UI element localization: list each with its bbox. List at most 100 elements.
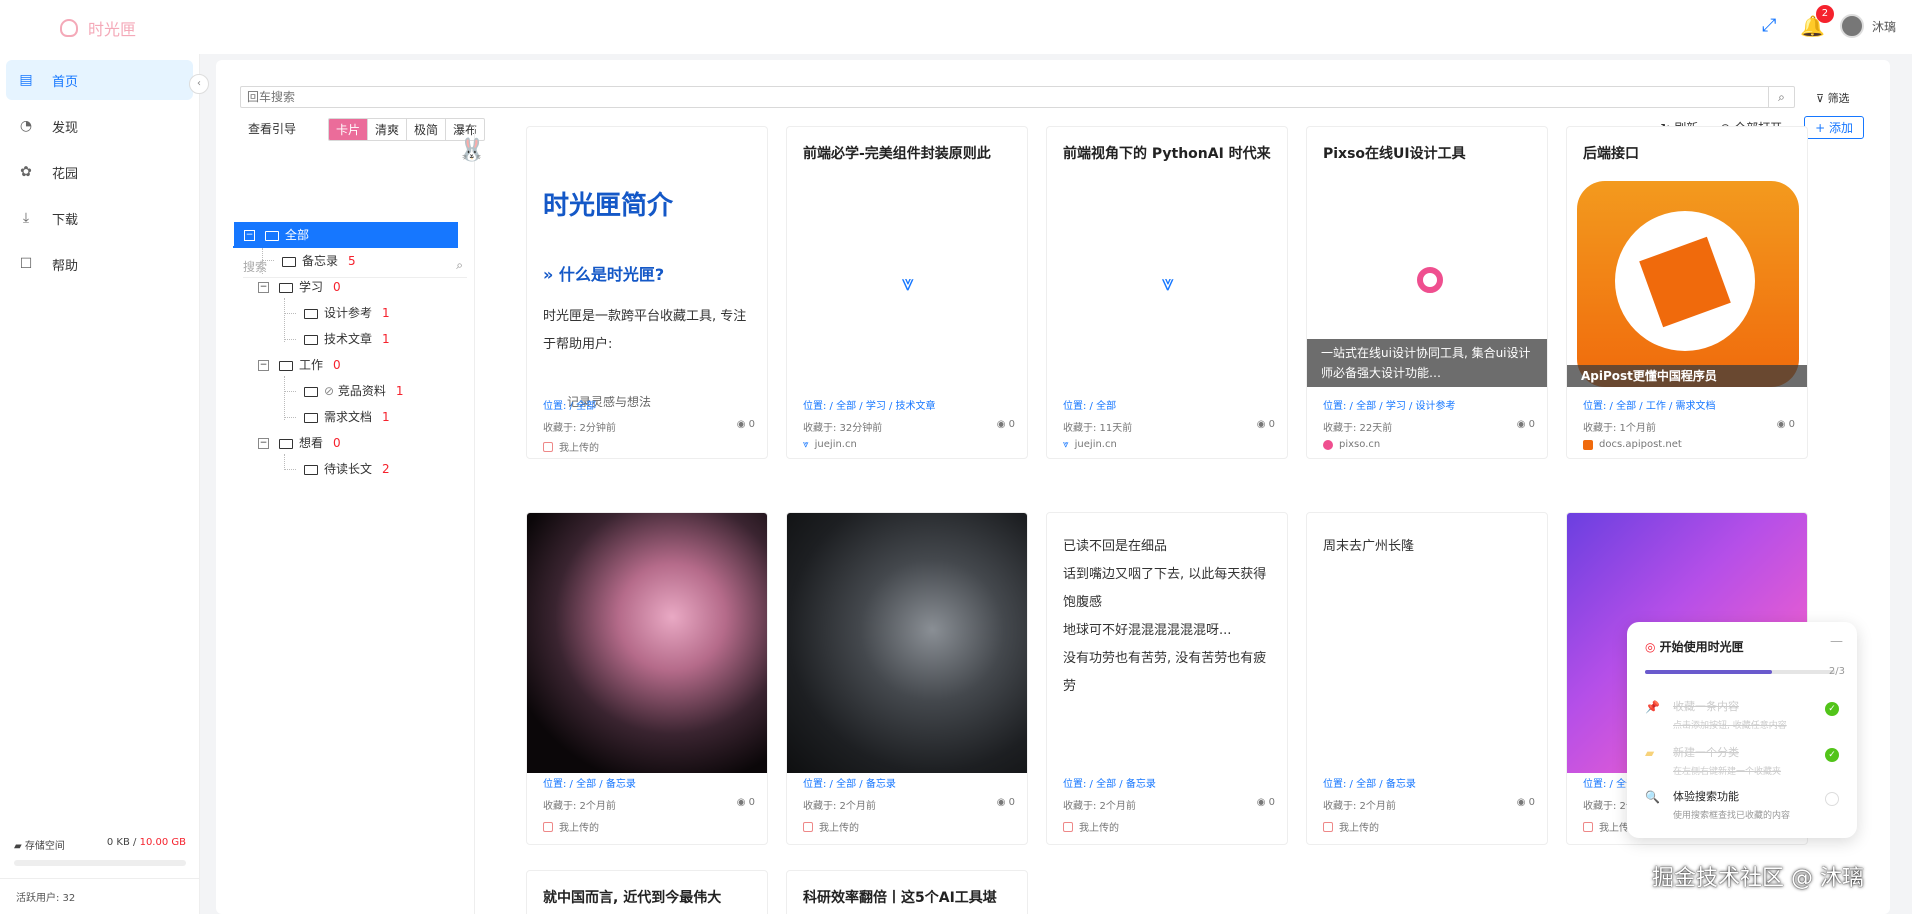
discover-icon: ◔ <box>19 118 33 134</box>
card[interactable]: 科研效率翻倍丨这5个AI工具堪 <box>786 870 1028 914</box>
card[interactable]: 前端必学-完美组件封装原则此 ⩔ 位置: / 全部 / 学习 / 技术文章 收藏… <box>786 126 1028 459</box>
search-icon: 🔍 <box>1645 790 1660 804</box>
card-path[interactable]: 位置: / 全部 <box>1063 397 1275 412</box>
check-icon: ✓ <box>1825 702 1839 716</box>
search-icon[interactable]: ⌕ <box>1768 87 1794 107</box>
card[interactable]: 位置: / 全部 / 备忘录 收藏于: 2个月前◉ 0 我上传的 <box>786 512 1028 845</box>
juejin-icon: ⩔ <box>1063 439 1069 450</box>
card[interactable]: 后端接口 ApiPost更懂中国程序员 位置: / 全部 / 工作 / 需求文档… <box>1566 126 1808 459</box>
card-path[interactable]: 位置: / 全部 <box>543 397 755 412</box>
onboarding-step[interactable]: ▰ 新建一个分类 在左侧右键新建一个收藏夹 ✓ <box>1645 744 1845 777</box>
sidebar-item-download[interactable]: ⤓ 下载 <box>6 198 193 238</box>
note-text: 已读不回是在细品 话到嘴边又咽了下去, 以此每天获得饱腹感 地球可不好混混混混混… <box>1063 539 1267 694</box>
sidebar: ▤ 首页 ◔ 发现 ✿ 花园 ⤓ 下载 ☐ 帮助 ‹ ▰ 存储空间 0 KB /… <box>0 54 209 914</box>
collapse-toggle-icon[interactable]: − <box>244 230 255 241</box>
search-bar: ⌕ <box>240 86 1795 108</box>
views-count: ◉ 0 <box>996 797 1015 808</box>
app-logo[interactable]: 时光匣 <box>60 16 136 40</box>
storage-label: ▰ 存储空间 <box>14 841 65 852</box>
storage-usage: 0 KB / 10.00 GB <box>106 837 186 848</box>
juejin-icon: ⩔ <box>901 271 915 296</box>
collapse-toggle-icon[interactable]: − <box>258 438 269 449</box>
card-path[interactable]: 位置: / 全部 / 备忘录 <box>1063 775 1275 790</box>
collapse-toggle-icon[interactable]: − <box>258 282 269 293</box>
tree-node[interactable]: − 学习 0 <box>258 274 341 300</box>
pixso-logo <box>1417 267 1443 293</box>
card-path[interactable]: 位置: / 全部 / 备忘录 <box>803 775 1015 790</box>
card-title: Pixso在线UI设计工具 <box>1323 146 1466 162</box>
card-path[interactable]: 位置: / 全部 / 备忘录 <box>543 775 755 790</box>
fullscreen-icon[interactable]: ⤢ <box>1762 16 1782 36</box>
intro-text: 时光匣是一款跨平台收藏工具, 专注于帮助用户: <box>543 309 747 352</box>
onboarding-progress <box>1645 670 1835 674</box>
onboarding-count: 2/3 <box>1828 666 1845 677</box>
apipost-icon <box>1583 439 1593 450</box>
tree-node[interactable]: 技术文章 1 <box>304 326 390 352</box>
views-count: ◉ 0 <box>1516 419 1535 430</box>
sidebar-item-help[interactable]: ☐ 帮助 <box>6 244 193 284</box>
sidebar-item-label: 下载 <box>52 212 79 228</box>
user-name: 沐璃 <box>1871 19 1896 34</box>
sidebar-item-home[interactable]: ▤ 首页 <box>6 60 193 100</box>
minimize-icon[interactable]: — <box>1830 634 1843 649</box>
card-image-car <box>787 513 1027 773</box>
card-path[interactable]: 位置: / 全部 / 学习 / 设计参考 <box>1323 397 1535 412</box>
storage-info: ▰ 存储空间 0 KB / 10.00 GB <box>14 837 186 866</box>
check-icon: ✓ <box>1825 748 1839 762</box>
onboarding-step[interactable]: 📌 收藏一条内容 点击添加按钮, 收藏任意内容 ✓ <box>1645 698 1845 731</box>
tree-node[interactable]: 需求文档 1 <box>304 404 390 430</box>
add-button[interactable]: + 添加 <box>1804 116 1864 139</box>
juejin-icon: ⩔ <box>1161 271 1175 296</box>
top-bar: 时光匣 ⤢ 🔔 2 沐璃 <box>0 0 1912 54</box>
card[interactable]: 周末去广州长隆 位置: / 全部 / 备忘录 收藏于: 2个月前 ◉ 0 我上传的 <box>1306 512 1548 845</box>
tree-node-all[interactable]: − 全部 <box>234 222 458 248</box>
card[interactable]: 时光匣简介 » 什么是时光匣? 时光匣是一款跨平台收藏工具, 专注于帮助用户: … <box>526 126 768 459</box>
folder-open-icon <box>279 282 293 293</box>
bell-icon[interactable]: 🔔 2 <box>1800 5 1834 37</box>
views-count: ◉ 0 <box>996 419 1015 430</box>
sidebar-item-garden[interactable]: ✿ 花园 <box>6 152 193 192</box>
card-title: 科研效率翻倍丨这5个AI工具堪 <box>803 890 997 906</box>
collapse-toggle-icon[interactable]: − <box>258 360 269 371</box>
sidebar-item-label: 首页 <box>52 74 79 90</box>
card[interactable]: 前端视角下的 PythonAI 时代来 ⩔ 位置: / 全部 收藏于: 11天前… <box>1046 126 1288 459</box>
card-title: 前端视角下的 PythonAI 时代来 <box>1063 146 1271 162</box>
card[interactable]: Pixso在线UI设计工具 一站式在线ui设计协同工具, 集合ui设计师必备强大… <box>1306 126 1548 459</box>
tree-node[interactable]: 待读长文 2 <box>304 456 390 482</box>
intro-subtitle: » 什么是时光匣? <box>543 265 665 284</box>
card[interactable]: 已读不回是在细品 话到嘴边又咽了下去, 以此每天获得饱腹感 地球可不好混混混混混… <box>1046 512 1288 845</box>
collapse-sidebar-button[interactable]: ‹ <box>189 74 209 94</box>
card-path[interactable]: 位置: / 全部 / 备忘录 <box>1323 775 1535 790</box>
apipost-logo <box>1577 181 1799 387</box>
app-name: 时光匣 <box>88 20 137 39</box>
intro-title: 时光匣简介 <box>543 191 674 221</box>
upload-icon <box>1583 821 1593 832</box>
card[interactable]: 就中国而言, 近代到今最伟大 <box>526 870 768 914</box>
sidebar-item-label: 花园 <box>52 166 79 182</box>
views-count: ◉ 0 <box>1256 797 1275 808</box>
filter-button[interactable]: ⊽ 筛选 <box>1816 90 1850 106</box>
search-input[interactable] <box>241 87 1761 107</box>
onboarding-panel: ◎ 开始使用时光匣 — 2/3 📌 收藏一条内容 点击添加按钮, 收藏任意内容 … <box>1627 622 1857 838</box>
card[interactable]: 位置: / 全部 / 备忘录 收藏于: 2个月前◉ 0 我上传的 <box>526 512 768 845</box>
sidebar-item-discover[interactable]: ◔ 发现 <box>6 106 193 146</box>
tree-node[interactable]: − 工作 0 <box>258 352 341 378</box>
notification-badge: 2 <box>1815 5 1834 23</box>
card-path[interactable]: 位置: / 全部 / 工作 / 需求文档 <box>1583 397 1795 412</box>
card-title: 前端必学-完美组件封装原则此 <box>803 146 991 162</box>
tree-node[interactable]: ⊘ 竞品资料 1 <box>304 378 404 404</box>
help-icon: ☐ <box>19 256 33 272</box>
card-path[interactable]: 位置: / 全部 / 学习 / 技术文章 <box>803 397 1015 412</box>
tree-node[interactable]: 备忘录 5 <box>282 248 356 274</box>
card-caption: ApiPost更懂中国程序员 <box>1567 365 1807 387</box>
pending-icon <box>1825 792 1839 806</box>
pin-icon: 📌 <box>1645 700 1660 714</box>
tree-node[interactable]: − 想看 0 <box>258 430 341 456</box>
onboarding-step[interactable]: 🔍 体验搜索功能 使用搜索框查找已收藏的内容 <box>1645 788 1845 821</box>
folder-open-icon <box>279 360 293 371</box>
upload-icon <box>803 821 813 832</box>
folder-icon: ▰ <box>1645 746 1655 760</box>
tree-node[interactable]: 设计参考 1 <box>304 300 390 326</box>
avatar <box>1839 14 1864 38</box>
user-menu[interactable]: 沐璃 <box>1839 14 1896 38</box>
